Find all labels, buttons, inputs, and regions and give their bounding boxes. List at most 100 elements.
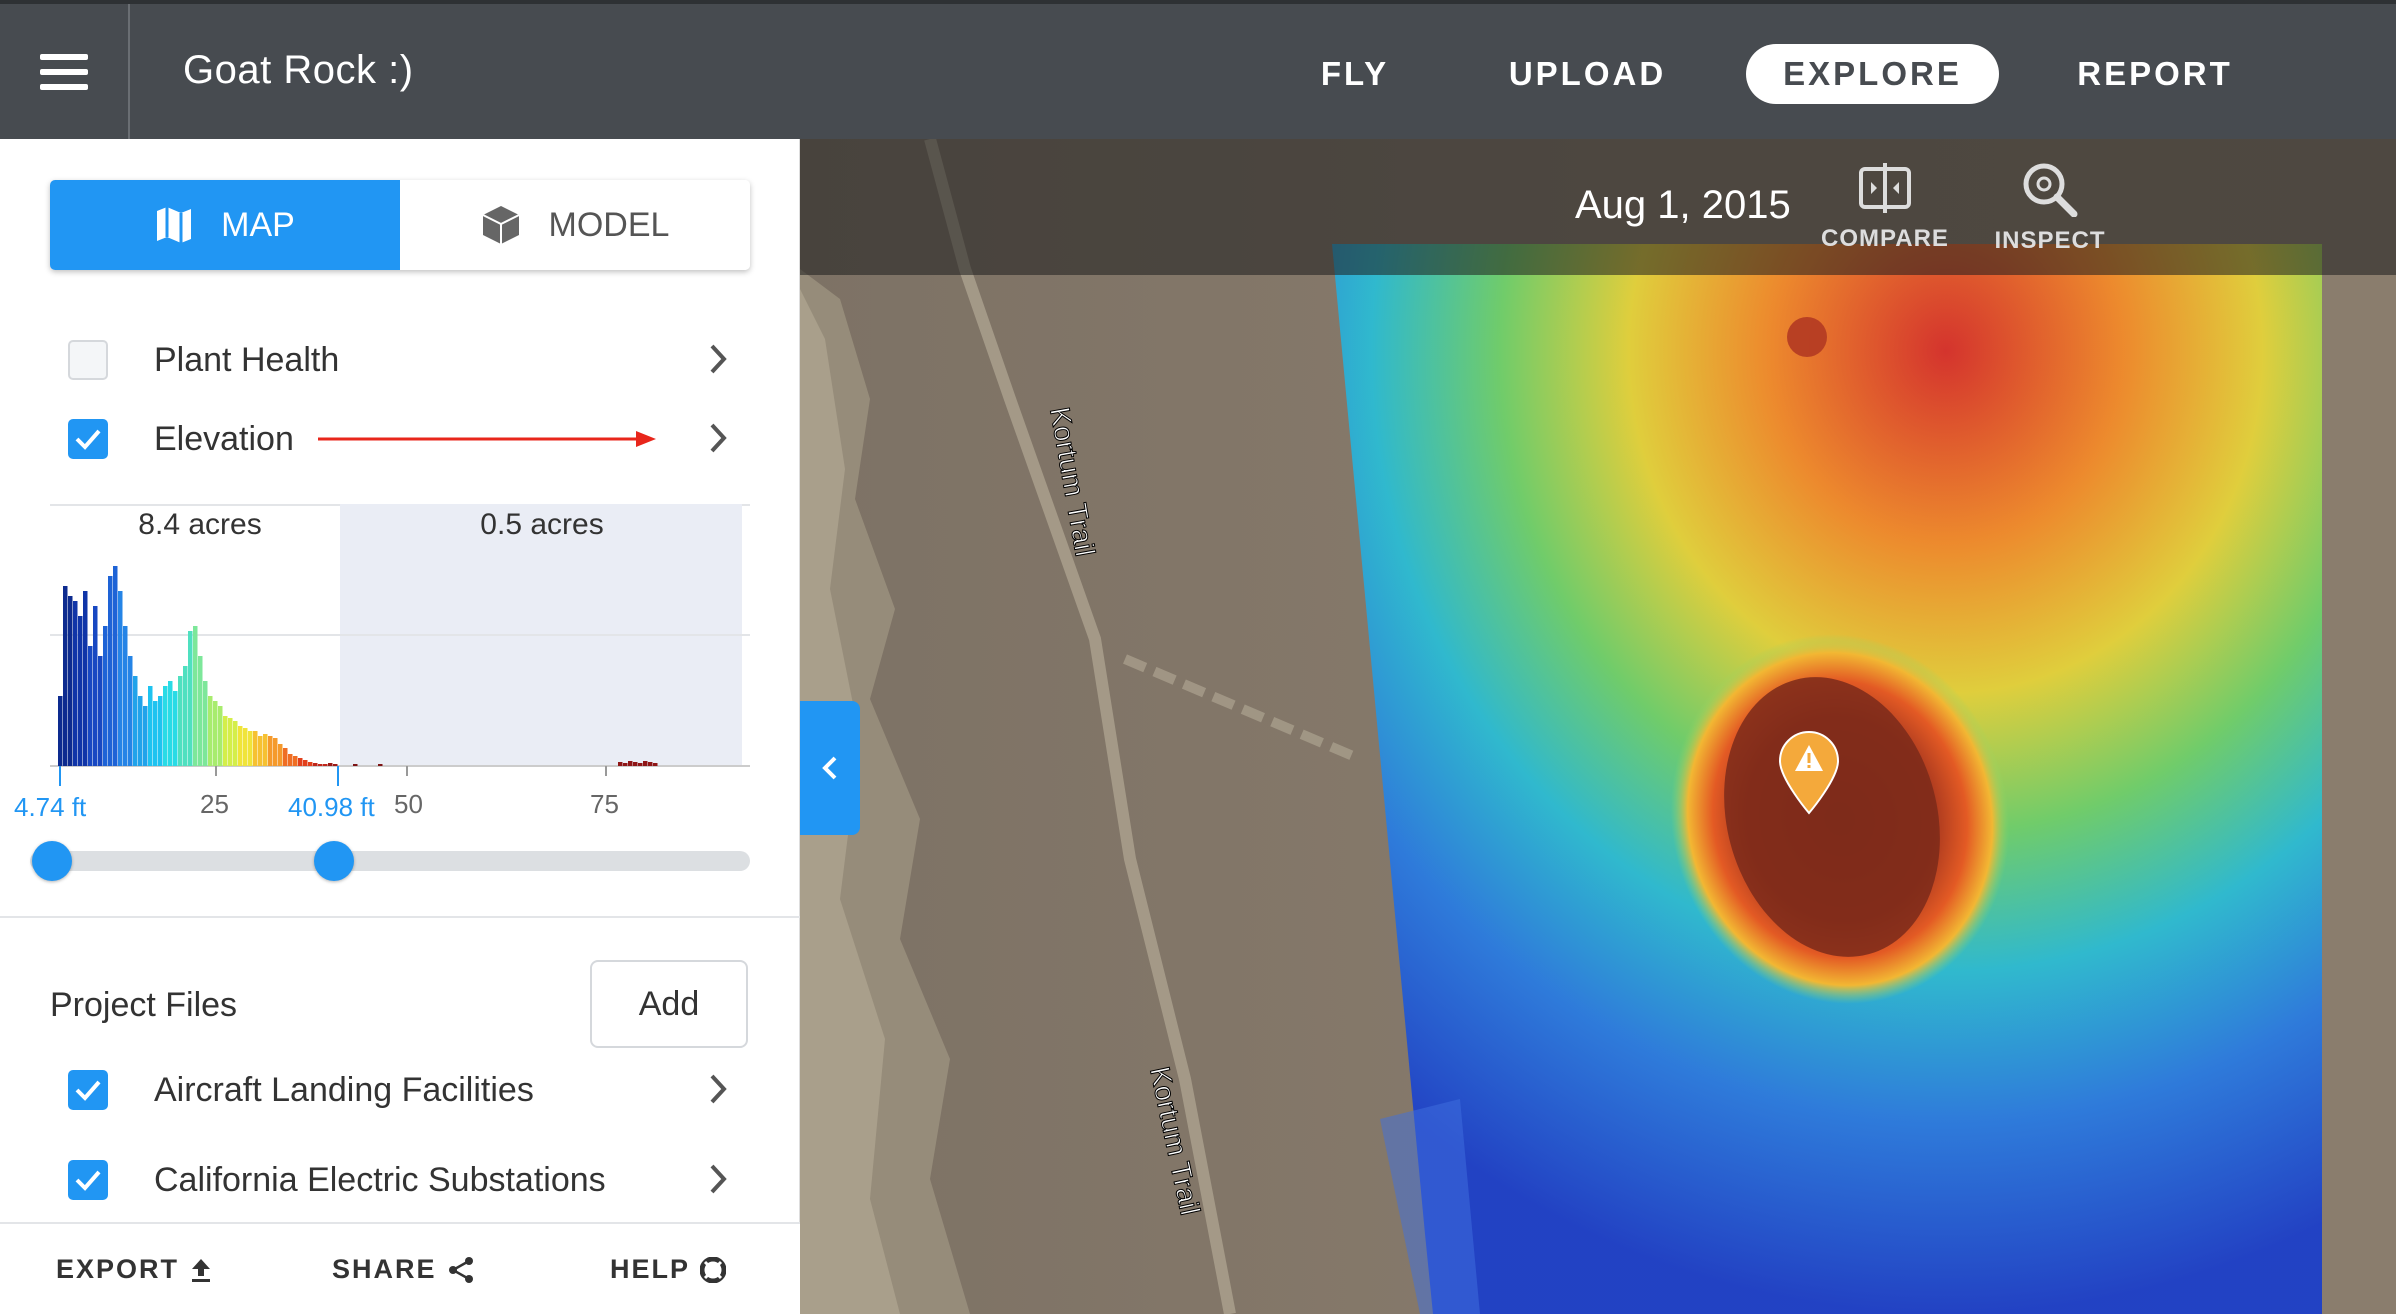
histogram-bar — [253, 731, 258, 766]
histogram-bar — [113, 566, 118, 766]
slider-max-handle[interactable] — [314, 841, 354, 881]
map-view-label: MAP — [221, 205, 295, 244]
nav-fly[interactable]: FLY — [1300, 44, 1410, 104]
chevron-right-icon[interactable] — [708, 1162, 728, 1196]
max-elevation-label: 40.98 ft — [288, 792, 375, 822]
histogram-bar — [273, 738, 278, 766]
histogram-bar — [278, 744, 283, 766]
elevation-checkbox[interactable] — [68, 419, 108, 459]
histogram-bar — [288, 754, 293, 766]
histogram-bar — [228, 718, 233, 766]
add-file-button[interactable]: Add — [590, 960, 748, 1048]
file-aircraft-landing-facilities[interactable]: Aircraft Landing Facilities — [68, 1060, 728, 1120]
compare-label: COMPARE — [1821, 225, 1949, 252]
histogram-bar — [218, 706, 223, 766]
nav-explore[interactable]: EXPLORE — [1746, 44, 1999, 104]
histogram-bar — [213, 701, 218, 766]
hamburger-menu-button[interactable] — [0, 4, 130, 139]
nav-report[interactable]: REPORT — [2055, 44, 2255, 104]
histogram-bar — [293, 756, 298, 766]
histogram-bar — [183, 666, 188, 766]
collapse-sidebar-button[interactable] — [800, 701, 860, 835]
histogram-bar — [618, 762, 623, 766]
histogram-bar — [58, 696, 63, 766]
histogram-bar — [303, 760, 308, 766]
histogram-bar — [118, 591, 123, 766]
view-toggle: MAP MODEL — [50, 180, 750, 270]
capture-date[interactable]: Aug 1, 2015 — [1575, 183, 1791, 228]
inspect-label: INSPECT — [1994, 227, 2106, 254]
chevron-left-icon — [822, 756, 837, 780]
compare-icon — [1859, 163, 1911, 213]
histogram-bar — [88, 646, 93, 766]
compare-button[interactable]: COMPARE — [1810, 161, 1960, 253]
histogram-bar — [643, 761, 648, 766]
histogram-bar — [98, 656, 103, 766]
top-bar: Goat Rock :) FLY UPLOAD EXPLORE REPORT — [0, 0, 2396, 139]
share-button[interactable]: SHARE — [332, 1254, 475, 1285]
plant-health-checkbox[interactable] — [68, 340, 108, 380]
histogram-bar — [263, 734, 268, 766]
histogram-bar — [208, 696, 213, 766]
slider-min-handle[interactable] — [32, 841, 72, 881]
histogram-bar — [143, 706, 148, 766]
map-icon — [157, 207, 192, 243]
share-label: SHARE — [332, 1254, 437, 1284]
help-button[interactable]: HELP — [610, 1254, 727, 1285]
magnifier-icon — [2023, 163, 2078, 217]
histogram-bar — [268, 736, 273, 766]
histogram-bar — [328, 763, 333, 766]
file-california-electric-substations[interactable]: California Electric Substations — [68, 1150, 728, 1210]
histogram-bar — [173, 691, 178, 766]
tick-label-75: 75 — [590, 789, 619, 819]
chevron-right-icon[interactable] — [708, 421, 728, 455]
elevation-histogram: 8.4 acres 0.5 acres — [50, 504, 750, 786]
share-icon — [448, 1256, 473, 1283]
histogram-bar — [308, 762, 313, 766]
histogram-bar — [148, 686, 153, 766]
export-label: EXPORT — [56, 1254, 180, 1284]
histogram-bar — [623, 763, 628, 766]
export-button[interactable]: EXPORT — [56, 1254, 213, 1285]
check-icon — [75, 429, 101, 450]
histogram-bar — [653, 763, 658, 766]
aircraft-landing-checkbox[interactable] — [68, 1070, 108, 1110]
histogram-bar — [243, 728, 248, 766]
histogram-bar — [313, 763, 318, 766]
project-title: Goat Rock :) — [183, 48, 414, 92]
chevron-right-icon[interactable] — [708, 342, 728, 376]
model-view-button[interactable]: MODEL — [400, 180, 750, 270]
map-view[interactable]: Kortum Trail Kortum Trail Aug 1, 2015 CO… — [800, 139, 2396, 1314]
left-area-label: 8.4 acres — [138, 508, 261, 541]
histogram-bar — [178, 676, 183, 766]
histogram-bar — [108, 576, 113, 766]
electric-substations-checkbox[interactable] — [68, 1160, 108, 1200]
warning-icon[interactable] — [1778, 731, 1840, 815]
histogram-bar — [283, 748, 288, 766]
histogram-bar — [298, 758, 303, 766]
histogram-bar — [233, 721, 238, 766]
layer-plant-health[interactable]: Plant Health — [68, 330, 728, 390]
electric-substations-label: California Electric Substations — [154, 1160, 606, 1199]
chevron-right-icon[interactable] — [708, 1072, 728, 1106]
histogram-bar — [63, 586, 68, 766]
histogram-bar — [93, 606, 98, 766]
help-label: HELP — [610, 1254, 691, 1284]
histogram-bar — [628, 761, 633, 766]
histogram-bar — [153, 701, 158, 766]
cube-icon — [482, 206, 519, 244]
inspect-button[interactable]: INSPECT — [1975, 161, 2125, 255]
menu-icon — [40, 53, 88, 90]
satellite-imagery: Kortum Trail Kortum Trail — [800, 139, 2396, 1314]
histogram-bar — [353, 764, 358, 766]
map-view-button[interactable]: MAP — [50, 180, 400, 270]
histogram-bar — [188, 631, 193, 766]
check-icon — [75, 1170, 101, 1191]
project-files-title: Project Files — [50, 986, 238, 1024]
elevation-range-slider[interactable] — [30, 851, 750, 871]
histogram-bar — [223, 716, 228, 766]
right-area-label: 0.5 acres — [480, 508, 603, 541]
nav-upload[interactable]: UPLOAD — [1490, 44, 1685, 104]
histogram-bar — [103, 626, 108, 766]
layer-elevation[interactable]: Elevation — [68, 409, 728, 469]
